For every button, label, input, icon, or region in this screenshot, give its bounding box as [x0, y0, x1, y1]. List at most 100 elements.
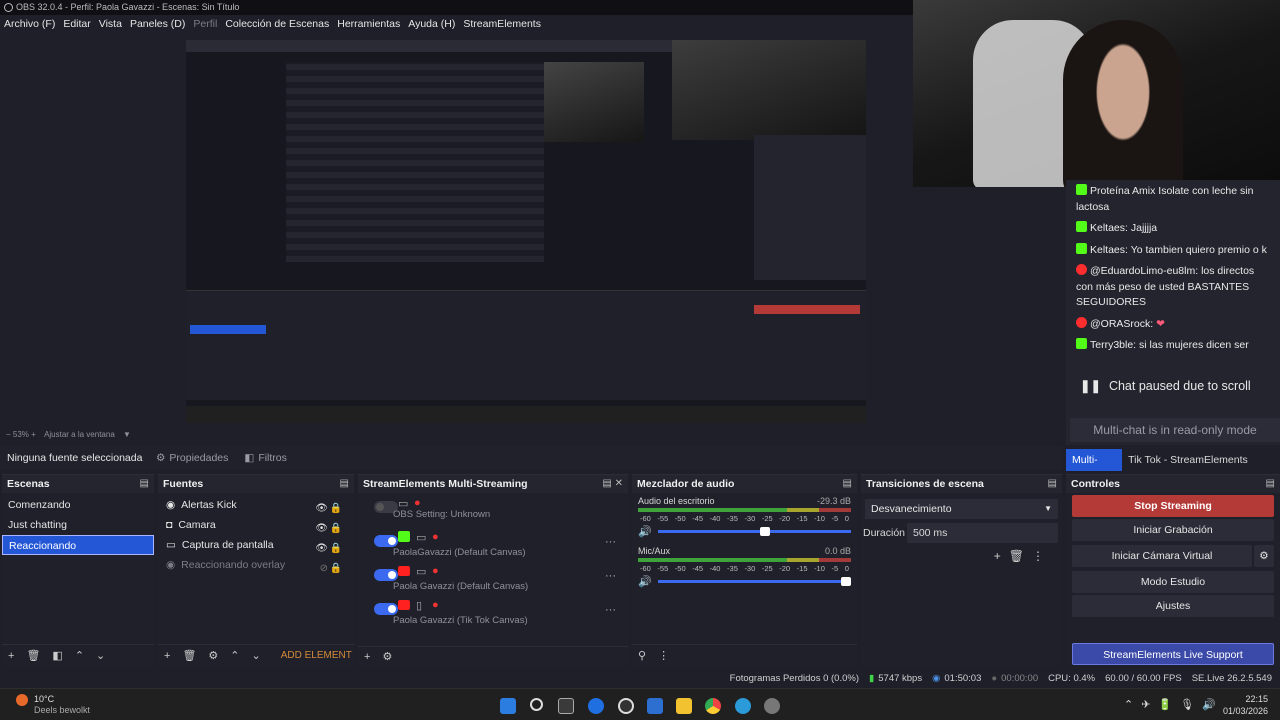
speaker-icon[interactable]: 🔊 [638, 525, 652, 538]
settings-icon[interactable] [764, 698, 780, 714]
store-icon[interactable] [647, 698, 663, 714]
source-captura[interactable]: ▭ Captura de pantalla 👁 🔒 [158, 535, 354, 555]
arrow-down-icon[interactable]: ⌄ [252, 649, 261, 662]
kick-icon [1076, 221, 1087, 232]
source-reaccionando-overlay[interactable]: ◉ Reaccionando overlay ⊘ 🔒 [158, 555, 354, 575]
chevron-down-icon[interactable]: ▼ [123, 430, 131, 439]
menu-herramientas[interactable]: Herramientas [333, 18, 404, 30]
mixer-footer: ⚲ ⋮ [632, 644, 857, 666]
tray-icons[interactable]: ⌃✈🔋🎙🔊 [1124, 698, 1224, 711]
tab-multi-chat[interactable]: Multi-Chat [1066, 449, 1123, 488]
settings-button[interactable]: Ajustes [1072, 595, 1274, 617]
start-recording-button[interactable]: Iniciar Grabación [1072, 519, 1274, 541]
add-element-button[interactable]: ADD ELEMENT [281, 650, 352, 661]
scenes-footer: + 🗑 ◧ ⌃ ⌄ [2, 644, 154, 666]
more-icon[interactable]: ··· [605, 570, 616, 582]
sources-header: Fuentes ▤ [158, 475, 354, 493]
add-icon[interactable]: + [164, 650, 170, 662]
preview-canvas[interactable] [186, 40, 866, 423]
arrow-up-icon[interactable]: ⌃ [230, 649, 239, 662]
youtube-icon [398, 566, 410, 576]
arrow-down-icon[interactable]: ⌄ [96, 649, 105, 662]
stream-toggle[interactable] [374, 535, 398, 547]
menu-coleccion[interactable]: Colección de Escenas [221, 18, 333, 30]
gear-icon[interactable]: ⚙ [1254, 545, 1274, 567]
zoom-level: 53% [12, 430, 29, 439]
trash-icon[interactable]: 🗑 [1009, 549, 1032, 563]
slider-knob[interactable] [759, 527, 770, 536]
live-support-button[interactable]: StreamElements Live Support [1072, 643, 1274, 665]
monitor-icon: ▭ [416, 566, 427, 578]
dock-menu-icon[interactable]: ▤ [1048, 475, 1057, 493]
tab-tiktok[interactable]: Tik Tok - StreamElements Canvas [1122, 449, 1280, 488]
dock-menu-icon[interactable]: ▤ [1266, 475, 1275, 493]
stream-toggle[interactable] [374, 569, 398, 581]
multi-chat-panel[interactable]: Proteína Amix Isolate con leche sin lact… [1066, 180, 1280, 445]
scene-just-chatting[interactable]: Just chatting [2, 515, 154, 535]
menu-perfil[interactable]: Perfil [189, 18, 221, 30]
menu-ayuda[interactable]: Ayuda (H) [404, 18, 459, 30]
menu-vista[interactable]: Vista [95, 18, 126, 30]
more-vertical-icon[interactable]: ⋮ [1032, 549, 1052, 563]
slider-knob[interactable] [841, 577, 851, 586]
kick-icon [1076, 184, 1087, 195]
filter-icon[interactable]: ◧ [52, 649, 62, 662]
volume-slider[interactable] [657, 527, 851, 536]
more-icon[interactable]: ··· [605, 536, 616, 548]
duration-input[interactable]: 500 ms [907, 523, 1058, 543]
zoom-plus[interactable]: + [31, 430, 38, 439]
edge-icon[interactable] [588, 698, 604, 714]
obs-icon[interactable] [618, 698, 634, 714]
chrome-icon[interactable] [705, 698, 721, 714]
add-icon[interactable]: + [364, 651, 370, 663]
close-icon[interactable]: ▤ ✕ [602, 475, 623, 493]
multistream-footer: + ⚙ [358, 646, 628, 666]
source-alertas-kick[interactable]: ◉ Alertas Kick 👁 🔒 [158, 495, 354, 515]
sources-dock: Fuentes ▤ ◉ Alertas Kick 👁 🔒 ◘ Camara 👁 🔒 ▭ Capt… [158, 474, 354, 666]
dock-menu-icon[interactable]: ▤ [140, 475, 149, 493]
arrow-up-icon[interactable]: ⌃ [75, 649, 84, 662]
virtual-camera-button[interactable]: Iniciar Cámara Virtual [1072, 545, 1252, 567]
speaker-icon[interactable]: 🔊 [638, 575, 652, 588]
gear-icon[interactable]: ⚙ [208, 649, 218, 662]
menu-editar[interactable]: Editar [59, 18, 94, 30]
multistream-header: StreamElements Multi-Streaming ▤ ✕ [358, 475, 628, 493]
menu-archivo[interactable]: Archivo (F) [0, 18, 59, 30]
task-view-icon[interactable] [558, 698, 574, 714]
chat-paused-banner[interactable]: ❚❚ Chat paused due to scroll [1080, 378, 1272, 400]
stream-toggle[interactable] [374, 603, 398, 615]
eye-hidden-icon[interactable]: ⊘ [320, 559, 328, 579]
filters-button[interactable]: ◧ Filtros [238, 452, 293, 464]
add-icon[interactable]: + [994, 549, 1009, 563]
source-camara[interactable]: ◘ Camara 👁 🔒 [158, 515, 354, 535]
dock-menu-icon[interactable]: ▤ [843, 475, 852, 493]
menu-streamelements[interactable]: StreamElements [459, 18, 545, 30]
volume-meter [638, 558, 851, 562]
link-icon[interactable]: ⚲ [638, 649, 646, 662]
stop-streaming-button[interactable]: Stop Streaming [1072, 495, 1274, 517]
edge-alt-icon[interactable] [735, 698, 751, 714]
gear-icon[interactable]: ⚙ [382, 650, 392, 663]
meter-ticks: -60 -55 -50 -45 -40 -35 -30 -25 -20 -15 -10 -5 0 [640, 514, 849, 523]
scene-reaccionando[interactable]: Reaccionando [2, 535, 154, 555]
folder-icon[interactable] [676, 698, 692, 714]
more-icon[interactable]: ··· [605, 604, 616, 616]
trash-icon[interactable]: 🗑 [182, 649, 196, 662]
windows-start-icon[interactable] [500, 698, 516, 714]
volume-slider[interactable] [657, 577, 851, 586]
more-vertical-icon[interactable]: ⋮ [658, 649, 669, 662]
zoom-minus[interactable]: − [6, 430, 13, 439]
lock-icon[interactable]: 🔒 [330, 559, 342, 579]
webcam-overlay [913, 0, 1280, 187]
scene-comenzando[interactable]: Comenzando [2, 495, 154, 515]
properties-button[interactable]: ⚙ Propiedades [150, 452, 234, 464]
search-icon[interactable] [530, 698, 543, 711]
dock-menu-icon[interactable]: ▤ [340, 475, 349, 493]
menu-paneles[interactable]: Paneles (D) [126, 18, 189, 30]
trash-icon[interactable]: 🗑 [26, 649, 40, 662]
chat-tabs: Multi-Chat Tik Tok - StreamElements Canv… [1066, 449, 1280, 488]
zoom-fit[interactable]: Ajustar a la ventana [44, 430, 115, 439]
add-icon[interactable]: + [8, 650, 14, 662]
transition-select[interactable]: Desvanecimiento ▼ [865, 499, 1058, 519]
studio-mode-button[interactable]: Modo Estudio [1072, 571, 1274, 593]
